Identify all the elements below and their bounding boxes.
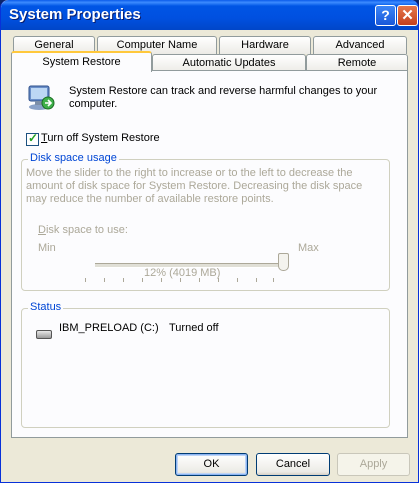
slider-tick bbox=[273, 278, 274, 282]
window-title: System Properties bbox=[9, 6, 141, 23]
slider-tick bbox=[123, 278, 124, 282]
turn-off-checkbox[interactable]: ✓ bbox=[26, 131, 39, 146]
checkmark-icon: ✓ bbox=[28, 131, 39, 145]
slider-tick bbox=[256, 278, 257, 282]
status-legend: Status bbox=[28, 301, 64, 313]
hard-drive-icon bbox=[36, 330, 52, 339]
slider-min-label: Min bbox=[38, 242, 56, 254]
turn-off-label[interactable]: Turn off System Restore bbox=[41, 132, 160, 144]
disk-space-description: Move the slider to the right to increase… bbox=[26, 167, 363, 205]
ok-button[interactable]: OK bbox=[175, 453, 248, 476]
slider-max-label: Max bbox=[298, 242, 319, 254]
disk-space-legend: Disk space usage bbox=[28, 152, 119, 164]
slider-thumb[interactable] bbox=[278, 253, 289, 271]
drive-name: IBM_PRELOAD (C:) bbox=[59, 322, 159, 334]
system-properties-window: System Properties ? ✕ General Computer N… bbox=[0, 0, 419, 483]
slider-tick bbox=[142, 278, 143, 282]
slider-tick bbox=[237, 278, 238, 282]
disk-space-group: Disk space usage Move the slider to the … bbox=[21, 152, 390, 291]
tab-advanced[interactable]: Advanced bbox=[313, 36, 407, 54]
slider-tick bbox=[104, 278, 105, 282]
intro-text: System Restore can track and reverse har… bbox=[69, 85, 378, 110]
close-button[interactable]: ✕ bbox=[397, 5, 418, 26]
apply-button[interactable]: Apply bbox=[337, 453, 410, 476]
drive-status: Turned off bbox=[169, 322, 219, 334]
system-restore-panel: System Restore can track and reverse har… bbox=[11, 70, 408, 438]
disk-space-value: 12% (4019 MB) bbox=[144, 267, 221, 279]
system-restore-icon bbox=[28, 85, 55, 110]
help-button[interactable]: ? bbox=[375, 5, 396, 26]
slider-tick bbox=[85, 278, 86, 282]
status-group: Status IBM_PRELOAD (C:) Turned off bbox=[21, 301, 390, 428]
tab-system-restore[interactable]: System Restore bbox=[11, 51, 152, 72]
cancel-button[interactable]: Cancel bbox=[256, 453, 330, 476]
tab-hardware[interactable]: Hardware bbox=[219, 36, 311, 54]
title-bar[interactable]: System Properties ? ✕ bbox=[1, 0, 418, 30]
slider-label: Disk space to use: bbox=[38, 224, 128, 236]
